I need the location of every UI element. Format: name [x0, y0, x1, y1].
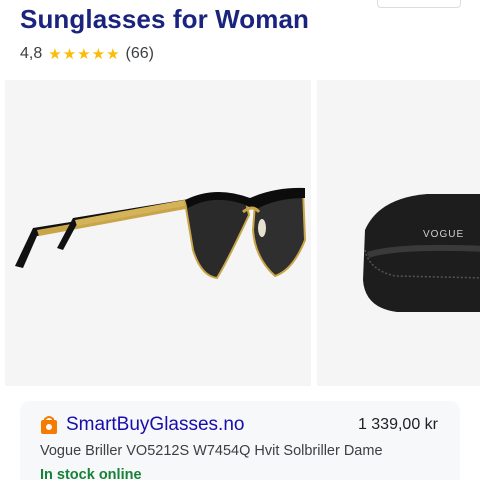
product-image-2[interactable]: VOGUE: [317, 80, 480, 386]
rating-row[interactable]: 4,8 ★ ★ ★ ★ ★ (66): [20, 44, 154, 64]
rating-value: 4,8: [20, 45, 43, 62]
merchant-row[interactable]: SmartBuyGlasses.no: [40, 414, 244, 436]
stock-status: In stock online: [40, 467, 142, 480]
shopping-bag-icon: [41, 416, 57, 434]
glasses-case-image: VOGUE: [363, 194, 480, 312]
rating-stars: ★ ★ ★ ★ ★: [48, 47, 119, 62]
offer-price: 1 339,00 kr: [357, 416, 438, 433]
sunglasses-image: [15, 187, 307, 280]
offer-product-name[interactable]: Vogue Briller VO5212S W7454Q Hvit Solbri…: [40, 443, 383, 459]
star-icon: ★: [91, 45, 106, 63]
star-icon: ★: [106, 45, 120, 63]
star-icon: ★: [77, 45, 91, 63]
product-image-1[interactable]: [5, 80, 311, 386]
star-icon: ★: [48, 45, 62, 63]
offer-card[interactable]: SmartBuyGlasses.no 1 339,00 kr Vogue Bri…: [20, 401, 460, 480]
case-brand-text: VOGUE: [423, 229, 464, 240]
top-right-button[interactable]: [377, 0, 461, 8]
rating-count: (66): [125, 45, 154, 62]
page-title: Sunglasses for Woman: [20, 4, 310, 34]
image-gallery[interactable]: VOGUE: [0, 80, 480, 386]
star-icon: ★: [62, 45, 77, 63]
merchant-link[interactable]: SmartBuyGlasses.no: [66, 414, 244, 436]
